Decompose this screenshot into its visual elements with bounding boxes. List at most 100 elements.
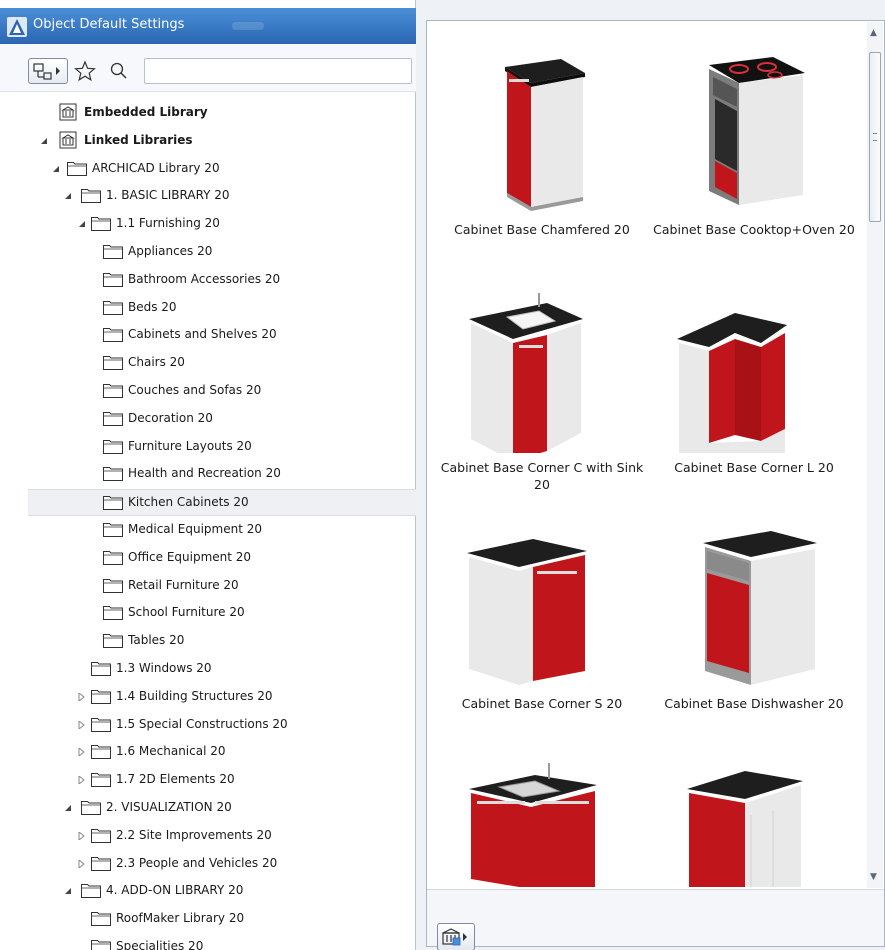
tree-row-label: 1.1 Furnishing 20 (116, 216, 220, 231)
tree-row-label: Kitchen Cabinets 20 (128, 495, 249, 510)
window-title: Object Default Settings (33, 17, 185, 32)
folder-icon (91, 689, 111, 704)
archicad-app-icon (7, 17, 27, 37)
object-thumbnail[interactable]: Cabinet Base Corner L 20 (651, 263, 857, 503)
tree-row-label: Specialities 20 (116, 939, 204, 950)
object-thumbnail[interactable]: Cabinet Base Corner C with Sink 20 (439, 263, 645, 503)
folder-icon (103, 356, 123, 371)
tree-row[interactable]: ARCHICAD Library 20 (0, 156, 416, 183)
tree-row-label: 1.5 Special Constructions 20 (116, 716, 288, 731)
collapse-triangle-icon[interactable] (40, 137, 48, 145)
collapse-triangle-icon[interactable] (64, 804, 72, 812)
folder-icon (91, 828, 111, 843)
vertical-scrollbar[interactable]: ▲ ▼ (867, 22, 883, 888)
tree-row[interactable]: Furniture Layouts 20 (0, 434, 416, 461)
scroll-thumb[interactable] (869, 52, 881, 222)
tree-row[interactable]: 1.4 Building Structures 20 (0, 684, 416, 711)
tree-row[interactable]: 4. ADD-ON LIBRARY 20 (0, 878, 416, 905)
tree-row[interactable]: Retail Furniture 20 (0, 573, 416, 600)
folder-icon (103, 384, 123, 398)
panel-splitter[interactable] (416, 0, 426, 950)
cabinet-preview-image (687, 771, 803, 887)
folder-icon (103, 496, 123, 511)
collapse-triangle-icon[interactable] (78, 220, 86, 228)
tree-row-label: Cabinets and Shelves 20 (128, 327, 277, 342)
cabinet-preview-image (709, 57, 805, 205)
tree-row[interactable]: School Furniture 20 (0, 600, 416, 627)
search-input[interactable] (144, 58, 412, 84)
tree-row[interactable]: Kitchen Cabinets 20 (28, 489, 416, 517)
tree-row[interactable]: Beds 20 (0, 295, 416, 322)
tree-row[interactable]: Chairs 20 (0, 350, 416, 377)
tree-row[interactable]: Decoration 20 (0, 406, 416, 433)
preview-bottom-bar (427, 889, 884, 950)
object-thumbnail[interactable]: Cabinet Base Corner S 20 (439, 501, 645, 741)
expand-triangle-icon[interactable] (78, 831, 86, 840)
tree-row[interactable]: 2. VISUALIZATION 20 (0, 795, 416, 822)
tree-row[interactable]: 2.2 Site Improvements 20 (0, 823, 416, 850)
expand-triangle-icon[interactable] (78, 776, 86, 785)
folder-icon (103, 550, 123, 565)
tree-row[interactable]: Linked Libraries (0, 128, 416, 155)
object-thumbnail[interactable]: Cabinet Base Chamfered 20 (439, 25, 645, 265)
favorites-button[interactable] (72, 58, 98, 84)
tree-row[interactable]: 1.1 Furnishing 20 (0, 211, 416, 238)
view-mode-button[interactable] (28, 58, 68, 84)
folder-icon (103, 634, 123, 649)
tree-row[interactable]: RoofMaker Library 20 (0, 906, 416, 933)
tree-row[interactable]: Cabinets and Shelves 20 (0, 322, 416, 349)
tree-row-label: Medical Equipment 20 (128, 522, 263, 536)
collapse-triangle-icon[interactable] (64, 192, 72, 200)
tree-row[interactable]: 1. BASIC LIBRARY 20 (0, 183, 416, 210)
tree-row[interactable]: Tables 20 (0, 628, 416, 655)
folder-icon (103, 578, 123, 593)
tree-row[interactable]: Medical Equipment 20 (0, 517, 416, 544)
tree-row[interactable]: Embedded Library (0, 100, 416, 127)
search-button[interactable] (106, 58, 132, 84)
expand-triangle-icon[interactable] (78, 692, 86, 701)
folder-icon (91, 856, 111, 871)
tree-row[interactable]: Health and Recreation 20 (0, 461, 416, 488)
tree-row[interactable]: Bathroom Accessories 20 (0, 267, 416, 294)
library-browser-panel: Object Default Settings Embedded Library… (0, 0, 416, 950)
tree-row[interactable]: 1.7 2D Elements 20 (0, 767, 416, 794)
collapse-triangle-icon[interactable] (64, 887, 72, 895)
tree-row-label: 2. VISUALIZATION 20 (106, 800, 232, 814)
object-thumbnail[interactable] (651, 739, 857, 887)
cabinet-preview-image (469, 763, 597, 887)
tree-row[interactable]: Appliances 20 (0, 239, 416, 266)
tree-row[interactable]: Specialities 20 (0, 934, 416, 950)
folder-icon (91, 217, 111, 232)
tree-row[interactable]: 1.5 Special Constructions 20 (0, 712, 416, 739)
tree-row[interactable]: Couches and Sofas 20 (0, 378, 416, 405)
tree-row-label: RoofMaker Library 20 (116, 911, 245, 926)
collapse-triangle-icon[interactable] (52, 165, 60, 173)
object-thumbnail-grid: Cabinet Base Chamfered 20 Cabinet Base Co… (439, 25, 861, 887)
library-manager-button[interactable] (437, 923, 475, 950)
folder-icon (103, 411, 123, 426)
library-icon (59, 103, 77, 121)
tree-view-icon (33, 63, 60, 80)
object-thumbnail[interactable] (439, 739, 645, 887)
object-caption: Cabinet Base Chamfered 20 (454, 222, 630, 237)
folder-icon (103, 245, 123, 259)
scroll-up-icon[interactable]: ▲ (870, 28, 877, 38)
object-thumbnail[interactable]: Cabinet Base Dishwasher 20 (651, 501, 857, 741)
tree-row-label: Health and Recreation 20 (128, 466, 281, 481)
tree-row[interactable]: Office Equipment 20 (0, 545, 416, 572)
tree-row[interactable]: 2.3 People and Vehicles 20 (0, 851, 416, 878)
scroll-down-icon[interactable]: ▼ (870, 872, 877, 882)
folder-icon (91, 773, 111, 788)
tree-row-label: 2.3 People and Vehicles 20 (116, 855, 278, 870)
expand-triangle-icon[interactable] (78, 748, 86, 757)
tree-row-label: 4. ADD-ON LIBRARY 20 (106, 883, 244, 898)
expand-triangle-icon[interactable] (78, 859, 86, 868)
tree-row[interactable]: 1.6 Mechanical 20 (0, 739, 416, 766)
tree-row-label: 2.2 Site Improvements 20 (116, 827, 272, 842)
tree-row-label: Retail Furniture 20 (128, 577, 239, 592)
tree-row[interactable]: 1.3 Windows 20 (0, 656, 416, 683)
object-thumbnail[interactable]: Cabinet Base Cooktop+Oven 20 (651, 25, 857, 265)
expand-triangle-icon[interactable] (78, 720, 86, 729)
folder-icon (81, 884, 101, 899)
tree-row-label: Beds 20 (128, 299, 177, 314)
